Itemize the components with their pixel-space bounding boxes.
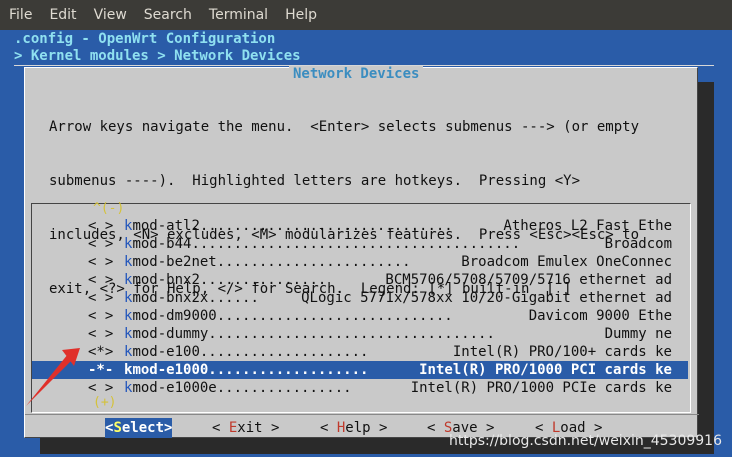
network-devices-dialog: Network Devices Arrow keys navigate the … xyxy=(24,66,699,438)
scroll-up-indicator: ^(-) xyxy=(93,201,125,216)
button-bracket-close: > xyxy=(164,420,173,436)
button-label: elect xyxy=(121,420,165,436)
item-label: kmod-e1000e................ xyxy=(124,379,352,397)
help-line: Arrow keys navigate the menu. <Enter> se… xyxy=(49,119,640,135)
watermark: https://blog.csdn.net/weixin_45309916 xyxy=(448,433,722,449)
menu-search[interactable]: Search xyxy=(135,7,200,23)
item-state[interactable]: < > xyxy=(88,271,113,289)
button-bracket-open: < xyxy=(320,420,337,436)
button-bracket-open: < xyxy=(212,420,229,436)
breadcrumb: > Kernel modules > Network Devices xyxy=(14,48,301,64)
menu-help[interactable]: Help xyxy=(276,7,325,23)
button-hotkey: S xyxy=(113,420,122,436)
button-bracket-open: < xyxy=(427,420,444,436)
menu-item-kmod-be2net[interactable]: < > kmod-be2net....................... Bro… xyxy=(32,253,688,271)
item-state[interactable]: < > xyxy=(88,217,113,235)
red-annotation-arrow xyxy=(26,348,80,406)
item-name: mod-e1000................... xyxy=(132,362,369,378)
item-description: BCM5706/5708/5709/5716 ethernet ad xyxy=(385,272,672,288)
menu-list[interactable]: ^(-) (+) < > kmod-atl2...................… xyxy=(31,201,691,413)
item-name: mod-dummy...............................… xyxy=(132,326,495,342)
item-description: Broadcom xyxy=(604,236,672,252)
item-state[interactable]: < > xyxy=(88,289,113,307)
item-name: mod-bnx2............... xyxy=(132,272,327,288)
item-name: mod-bnx2x...... xyxy=(132,290,259,306)
menu-item-kmod-bnx2[interactable]: < > kmod-bnx2............... BCM5706/5708/… xyxy=(32,271,688,289)
item-name: mod-e100.................... xyxy=(132,344,369,360)
item-description: Broadcom Emulex OneConnec xyxy=(461,254,672,270)
menu-item-kmod-dummy[interactable]: < > kmod-dummy...........................… xyxy=(32,325,688,343)
menu-bar: File Edit View Search Terminal Help xyxy=(0,0,732,30)
scroll-down-indicator: (+) xyxy=(93,395,117,410)
menu-edit[interactable]: Edit xyxy=(40,7,84,23)
item-state[interactable]: < > xyxy=(88,325,113,343)
button-bracket-close: > xyxy=(370,420,388,436)
button-bracket-close: > xyxy=(262,420,280,436)
item-label: kmod-bnx2x...... xyxy=(124,289,259,307)
select-button[interactable]: <Select> xyxy=(105,418,173,438)
item-name: mod-e1000e................ xyxy=(132,380,352,396)
button-label: elp xyxy=(345,420,371,436)
item-state[interactable]: < > xyxy=(88,235,113,253)
menu-file[interactable]: File xyxy=(0,7,40,23)
item-state[interactable]: < > xyxy=(88,379,113,397)
menu-item-kmod-dm9000[interactable]: < > kmod-dm9000..........................… xyxy=(32,307,688,325)
button-label: xit xyxy=(237,420,263,436)
item-state[interactable]: < > xyxy=(88,253,113,271)
item-name: mod-dm9000............................ xyxy=(132,308,453,324)
help-line: submenus ----). Highlighted letters are … xyxy=(49,173,581,189)
exit-button[interactable]: < Exit > xyxy=(212,418,279,438)
item-label: kmod-b44................................… xyxy=(124,235,520,253)
dialog-title: Network Devices xyxy=(289,66,424,82)
item-description: Davicom 9000 Ethe xyxy=(528,308,672,324)
item-label: kmod-atl2.............................. xyxy=(124,217,453,235)
menu-item-kmod-bnx2x[interactable]: < > kmod-bnx2x...... QLogic 5771x/578xx 10… xyxy=(32,289,688,307)
help-button[interactable]: < Help > xyxy=(320,418,387,438)
item-label: kmod-dummy..............................… xyxy=(124,325,495,343)
item-description: QLogic 5771x/578xx 10/20-Gigabit etherne… xyxy=(301,290,672,306)
item-label: kmod-bnx2............... xyxy=(124,271,326,289)
menu-view[interactable]: View xyxy=(85,7,135,23)
item-state[interactable]: <*> xyxy=(88,343,113,361)
item-name: mod-be2net....................... xyxy=(132,254,411,270)
item-state[interactable]: < > xyxy=(88,307,113,325)
item-description: Intel(R) PRO/1000 PCI cards ke xyxy=(419,362,672,378)
menu-item-kmod-e1000e[interactable]: < > kmod-e1000e................ Intel(R) P… xyxy=(32,379,688,397)
menu-item-kmod-b44[interactable]: < > kmod-b44.............................… xyxy=(32,235,688,253)
item-description: Atheros L2 Fast Ethe xyxy=(503,218,672,234)
menu-item-kmod-e1000[interactable]: -*- kmod-e1000................... Intel(R)… xyxy=(32,361,688,379)
menu-terminal[interactable]: Terminal xyxy=(200,7,276,23)
dialog-shadow-right xyxy=(698,82,714,454)
item-label: kmod-e1000................... xyxy=(124,361,368,379)
item-description: Dummy ne xyxy=(604,326,672,342)
menu-item-kmod-e100[interactable]: <*> kmod-e100.................... Intel(R)… xyxy=(32,343,688,361)
item-state[interactable]: -*- xyxy=(88,361,113,379)
item-label: kmod-be2net....................... xyxy=(124,253,411,271)
item-description: Intel(R) PRO/100+ cards ke xyxy=(452,344,672,360)
menu-item-kmod-atl2[interactable]: < > kmod-atl2............................… xyxy=(32,217,688,235)
item-name: mod-atl2.............................. xyxy=(132,218,453,234)
item-name: mod-b44.................................… xyxy=(132,236,521,252)
terminal-window: .config - OpenWrt Configuration > Kernel… xyxy=(0,30,732,457)
item-description: Intel(R) PRO/1000 PCIe cards ke xyxy=(410,380,672,396)
config-title: .config - OpenWrt Configuration xyxy=(14,31,276,47)
item-label: kmod-dm9000............................ xyxy=(124,307,453,325)
item-label: kmod-e100.................... xyxy=(124,343,368,361)
button-divider xyxy=(25,414,699,415)
